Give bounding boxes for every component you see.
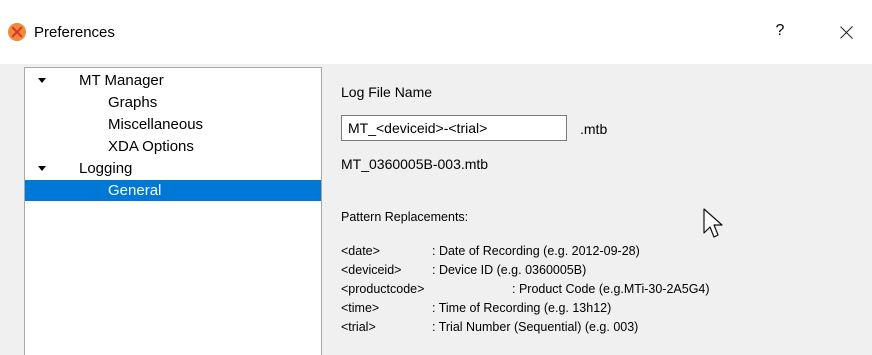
pattern-key: <time> (341, 301, 380, 315)
tree-item-label: XDA Options (108, 138, 194, 155)
pattern-replacements-title: Pattern Replacements: (341, 210, 469, 224)
close-icon[interactable] (833, 18, 861, 46)
tree-item-mt-manager[interactable]: MT Manager (25, 70, 321, 91)
pattern-key: <productcode> (341, 282, 425, 296)
tree-item-label: Miscellaneous (108, 116, 204, 133)
tree-item-label: Logging (79, 160, 133, 177)
pattern-description: : Trial Number (Sequential) (e.g. 003) (432, 320, 639, 334)
pattern-key: <date> (341, 244, 380, 258)
pattern-description: : Date of Recording (e.g. 2012-09-28) (432, 244, 640, 258)
tree-item-graphs[interactable]: Graphs (25, 92, 321, 113)
tree-item-label: MT Manager (79, 72, 164, 89)
tree-item-miscellaneous[interactable]: Miscellaneous (25, 114, 321, 135)
tree-item-logging[interactable]: Logging (25, 158, 321, 179)
file-extension-label: .mtb (580, 121, 608, 137)
pattern-row-time: <time> : Time of Recording (e.g. 13h12) (341, 301, 611, 315)
pattern-description: : Time of Recording (e.g. 13h12) (432, 301, 612, 315)
log-file-name-label: Log File Name (341, 84, 433, 100)
xsens-logo-icon (8, 23, 26, 41)
expand-arrow-icon[interactable] (38, 166, 46, 171)
expand-arrow-icon[interactable] (38, 78, 46, 83)
pattern-row-date: <date> : Date of Recording (e.g. 2012-09… (341, 244, 640, 258)
pattern-key: <deviceid> (341, 263, 402, 277)
pattern-row-productcode: <productcode> : Product Code (e.g.MTi-30… (341, 282, 710, 296)
help-button[interactable]: ? (770, 22, 790, 40)
preferences-tree[interactable]: MT Manager Graphs Miscellaneous XDA Opti… (24, 67, 322, 355)
pattern-row-deviceid: <deviceid> : Device ID (e.g. 0360005B) (341, 263, 586, 277)
tree-item-label: Graphs (108, 94, 158, 111)
pattern-key: <trial> (341, 320, 376, 334)
mouse-pointer-icon (703, 208, 723, 238)
tree-item-general[interactable]: General (25, 180, 321, 201)
tree-item-xda-options[interactable]: XDA Options (25, 136, 321, 157)
log-file-name-input[interactable] (341, 115, 567, 141)
example-file-name: MT_0360005B-003.mtb (341, 156, 489, 172)
tree-item-label: General (108, 182, 162, 199)
pattern-description: : Product Code (e.g.MTi-30-2A5G4) (512, 282, 710, 296)
pattern-row-trial: <trial> : Trial Number (Sequential) (e.g… (341, 320, 638, 334)
window-title: Preferences (34, 24, 115, 41)
title-bar: Preferences ? (0, 0, 872, 64)
pattern-description: : Device ID (e.g. 0360005B) (432, 263, 587, 277)
